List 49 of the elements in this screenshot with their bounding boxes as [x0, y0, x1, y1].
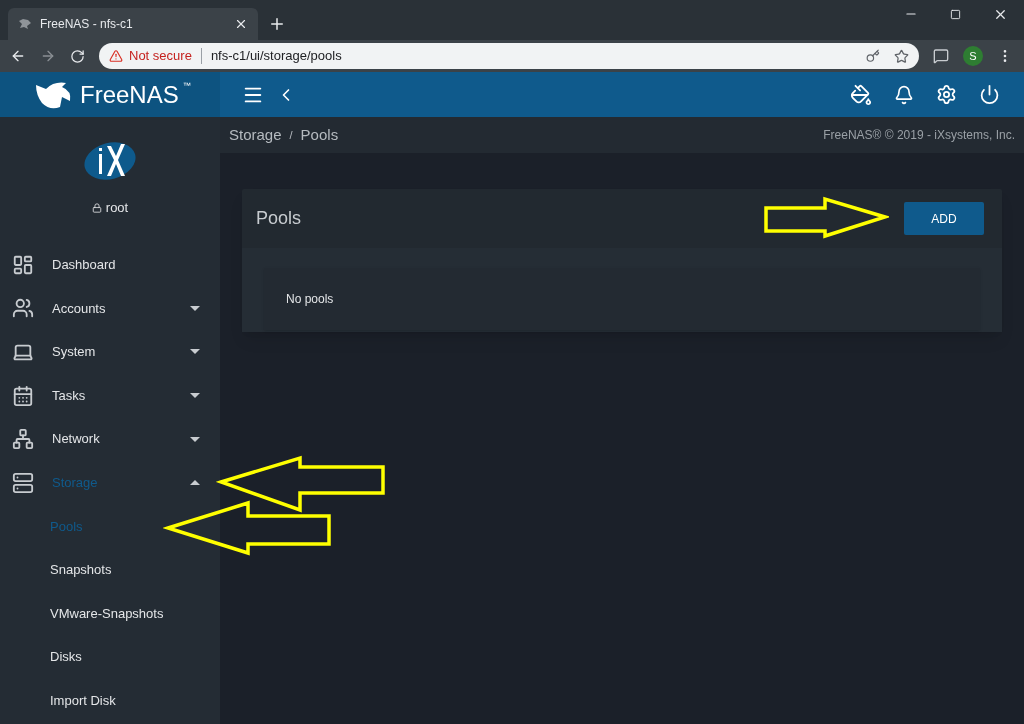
card-title: Pools	[256, 207, 302, 230]
close-icon[interactable]	[234, 17, 248, 31]
add-button[interactable]: ADD	[904, 202, 984, 235]
freenas-logo[interactable]: FreeNAS ™	[0, 72, 220, 117]
settings-icon[interactable]	[936, 84, 957, 105]
warning-icon	[109, 49, 123, 63]
security-label: Not secure	[129, 47, 192, 66]
browser-tab[interactable]: FreeNAS - nfs-c1	[8, 8, 258, 40]
sidebar-item[interactable]: Accounts	[0, 286, 220, 331]
caret-down-icon	[190, 349, 200, 355]
caret-down-icon	[190, 393, 200, 399]
tab-title: FreeNAS - nfs-c1	[40, 16, 134, 33]
key-icon[interactable]	[866, 49, 880, 63]
server-icon	[12, 471, 34, 494]
breadcrumb-separator: /	[289, 127, 293, 143]
back-icon[interactable]	[10, 48, 26, 64]
breadcrumb-link[interactable]: Storage	[229, 123, 282, 147]
sidebar-item[interactable]: System	[0, 330, 220, 374]
sidebar-subitem[interactable]: VMware-Snapshots	[0, 591, 220, 636]
dashboard-icon	[12, 253, 34, 276]
url-text: nfs-c1/ui/storage/pools	[210, 47, 343, 66]
people-icon	[12, 297, 34, 320]
sidebar-item[interactable]: Tasks	[0, 373, 220, 418]
lock-icon	[91, 203, 102, 213]
new-tab-icon[interactable]	[268, 15, 286, 33]
forward-icon[interactable]	[40, 48, 56, 64]
sidebar-subitem[interactable]: Import Disk	[0, 678, 220, 723]
network-icon	[12, 428, 34, 451]
reload-icon[interactable]	[70, 48, 85, 64]
address-bar[interactable]: Not secure nfs-c1/ui/storage/pools	[99, 43, 919, 69]
username: root	[105, 199, 129, 218]
paint-bucket-icon[interactable]	[850, 83, 872, 106]
sidebar-item[interactable]: Dashboard	[0, 243, 220, 287]
sidebar-subitem[interactable]: Snapshots	[0, 548, 220, 592]
caret-down-icon	[190, 436, 200, 442]
sidebar-item[interactable]: Network	[0, 417, 220, 461]
ix-logo-icon	[83, 142, 137, 181]
maximize-icon[interactable]	[950, 8, 961, 20]
empty-message: No pools	[286, 291, 334, 308]
copyright-text: FreeNAS® © 2019 - iXsystems, Inc.	[823, 127, 1015, 144]
breadcrumb-link[interactable]: Pools	[300, 123, 339, 147]
caret-up-icon	[190, 480, 200, 486]
calendar-icon	[12, 384, 34, 407]
notifications-icon[interactable]	[894, 84, 914, 105]
power-icon[interactable]	[979, 84, 1000, 105]
caret-down-icon	[190, 305, 200, 311]
star-icon[interactable]	[894, 48, 909, 64]
profile-avatar[interactable]: S	[963, 46, 983, 66]
sidebar-subitem[interactable]: Disks	[0, 635, 220, 679]
